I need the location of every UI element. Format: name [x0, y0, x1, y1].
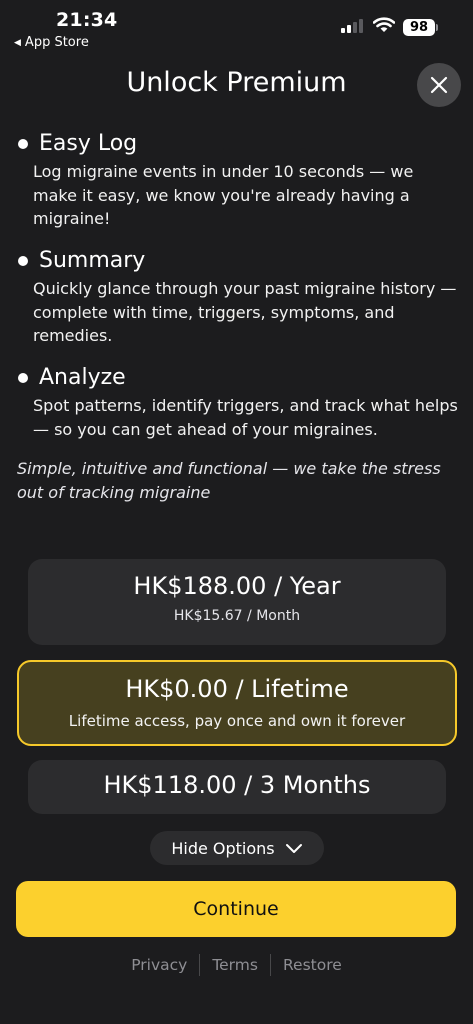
tagline: Simple, intuitive and functional — we ta… — [17, 459, 441, 502]
terms-link[interactable]: Terms — [212, 956, 258, 974]
plan-subtitle: HK$15.67 / Month — [173, 608, 301, 624]
feature-description: Spot patterns, identify triggers, and tr… — [33, 396, 458, 439]
feature-analyze: Analyze Spot patterns, identify triggers… — [16, 365, 462, 441]
footer-divider — [199, 954, 201, 976]
plan-3-months[interactable]: HK$118.00 / 3 Months — [28, 760, 446, 814]
footer-divider — [269, 954, 271, 976]
feature-title: Summary — [39, 248, 146, 273]
privacy-link[interactable]: Privacy — [131, 956, 187, 974]
plan-yearly[interactable]: HK$188.00 / Year HK$15.67 / Month — [28, 559, 446, 645]
feature-summary: Summary Quickly glance through your past… — [16, 248, 462, 348]
bullet-icon — [18, 372, 28, 383]
back-arrow-icon: ◀ — [14, 38, 21, 48]
plan-price: HK$0.00 / Lifetime — [125, 675, 349, 703]
page-title: Unlock Premium — [126, 67, 347, 98]
continue-button[interactable]: Continue — [16, 881, 456, 937]
back-label: App Store — [24, 35, 89, 50]
status-time: 21:34 — [56, 9, 118, 31]
feature-description: Quickly glance through your past migrain… — [33, 279, 457, 345]
feature-easy-log: Easy Log Log migraine events in under 10… — [16, 131, 462, 231]
battery-icon: 98 — [403, 19, 435, 36]
feature-description: Log migraine events in under 10 seconds … — [33, 162, 414, 228]
feature-title: Analyze — [39, 365, 126, 390]
bullet-icon — [18, 138, 28, 149]
plan-price: HK$188.00 / Year — [133, 572, 341, 600]
bullet-icon — [18, 255, 28, 266]
restore-link[interactable]: Restore — [283, 956, 342, 974]
plan-lifetime[interactable]: HK$0.00 / Lifetime Lifetime access, pay … — [17, 660, 457, 746]
battery-nub — [436, 24, 438, 31]
back-to-app-store-link[interactable]: ◀ App Store — [14, 35, 89, 50]
feature-title: Easy Log — [39, 131, 138, 156]
wifi-icon — [373, 17, 395, 32]
chevron-down-icon — [285, 843, 302, 853]
plan-subtitle: Lifetime access, pay once and own it for… — [68, 712, 406, 730]
close-icon — [430, 76, 448, 94]
footer-links: Privacy Terms Restore — [0, 954, 473, 976]
hide-options-button[interactable]: Hide Options — [150, 831, 324, 865]
plan-price: HK$118.00 / 3 Months — [103, 771, 371, 799]
close-button[interactable] — [417, 63, 461, 107]
hide-options-label: Hide Options — [171, 838, 275, 858]
signal-icon — [341, 17, 363, 33]
status-bar: 21:34 ◀ App Store 98 — [0, 0, 473, 54]
